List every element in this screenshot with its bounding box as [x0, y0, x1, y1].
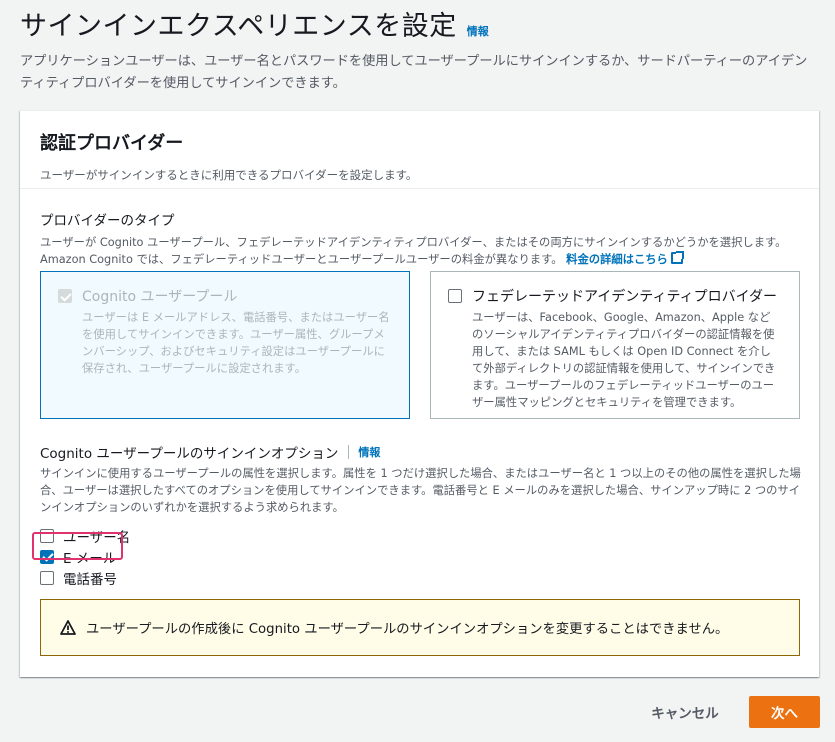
pricing-link[interactable]: 料金の詳細はこちら: [566, 253, 668, 266]
provider-type-label: プロバイダーのタイプ: [40, 213, 175, 229]
tile-federated-idp[interactable]: フェデレーテッドアイデンティティプロバイダー ユーザーは、Facebook、Go…: [430, 271, 800, 419]
federated-idp-title: フェデレーテッドアイデンティティプロバイダー: [472, 289, 778, 305]
tile-cognito-user-pool[interactable]: Cognito ユーザープール ユーザーは E メールアドレス、電話番号、または…: [40, 271, 410, 419]
option-phone[interactable]: 電話番号: [40, 567, 802, 588]
divider: [348, 445, 350, 459]
page-description: アプリケーションユーザーは、ユーザー名とパスワードを使用してユーザープールにサイ…: [20, 54, 808, 91]
signin-options-list: ユーザー名 E メール 電話番号: [40, 525, 802, 588]
panel-header: 認証プロバイダー ユーザーがサインインするときに利用できるプロバイダーを設定しま…: [20, 111, 819, 189]
tile-cognito-head: Cognito ユーザープール: [58, 286, 391, 306]
cognito-user-pool-title: Cognito ユーザープール: [82, 289, 238, 305]
external-link-icon: [670, 251, 684, 264]
page-title-row: サインインエクスペリエンスを設定 情報: [20, 4, 820, 43]
signin-options-label: Cognito ユーザープールのサインインオプション: [40, 446, 339, 462]
page-header: サインインエクスペリエンスを設定 情報 アプリケーションユーザーは、ユーザー名と…: [20, 4, 820, 95]
federated-idp-checkbox[interactable]: [448, 289, 462, 303]
phone-label: 電話番号: [63, 571, 117, 588]
cognito-user-pool-checkbox[interactable]: [58, 289, 72, 303]
cognito-user-pool-description: ユーザーは E メールアドレス、電話番号、またはユーザー名を使用してサインインで…: [82, 311, 390, 375]
auth-providers-panel: 認証プロバイダー ユーザーがサインインするときに利用できるプロバイダーを設定しま…: [20, 110, 819, 677]
page-info-link[interactable]: 情報: [467, 23, 489, 39]
option-username[interactable]: ユーザー名: [40, 525, 802, 546]
page-title: サインインエクスペリエンスを設定: [20, 11, 457, 42]
panel-title: 認証プロバイダー: [40, 133, 184, 154]
email-highlight-box: [32, 532, 123, 560]
signin-options-info-link[interactable]: 情報: [358, 444, 380, 460]
panel-description: ユーザーがサインインするときに利用できるプロバイダーを設定します。: [40, 168, 418, 182]
phone-checkbox[interactable]: [40, 570, 54, 585]
signin-options-label-row: Cognito ユーザープールのサインインオプション 情報: [40, 442, 802, 462]
next-button[interactable]: 次へ: [749, 696, 820, 728]
warning-icon: [60, 620, 76, 635]
provider-type-description: ユーザーが Cognito ユーザープール、フェデレーテッドアイデンティティプロ…: [40, 234, 802, 268]
signin-options-description: サインインに使用するユーザープールの属性を選択します。属性を 1 つだけ選択した…: [40, 467, 801, 514]
tile-federated-head: フェデレーテッドアイデンティティプロバイダー: [448, 286, 781, 306]
alert-text: ユーザープールの作成後に Cognito ユーザープールのサインインオプションを…: [86, 622, 729, 637]
provider-type-section: プロバイダーのタイプ ユーザーが Cognito ユーザープール、フェデレーテッ…: [40, 209, 802, 268]
signin-options-section: Cognito ユーザープールのサインインオプション 情報 サインインに使用する…: [40, 442, 802, 588]
warning-alert: ユーザープールの作成後に Cognito ユーザープールのサインインオプションを…: [40, 599, 800, 656]
cancel-button[interactable]: キャンセル: [633, 697, 737, 727]
option-email[interactable]: E メール: [40, 546, 802, 567]
federated-idp-description: ユーザーは、Facebook、Google、Amazon、Apple などのソー…: [472, 311, 776, 409]
